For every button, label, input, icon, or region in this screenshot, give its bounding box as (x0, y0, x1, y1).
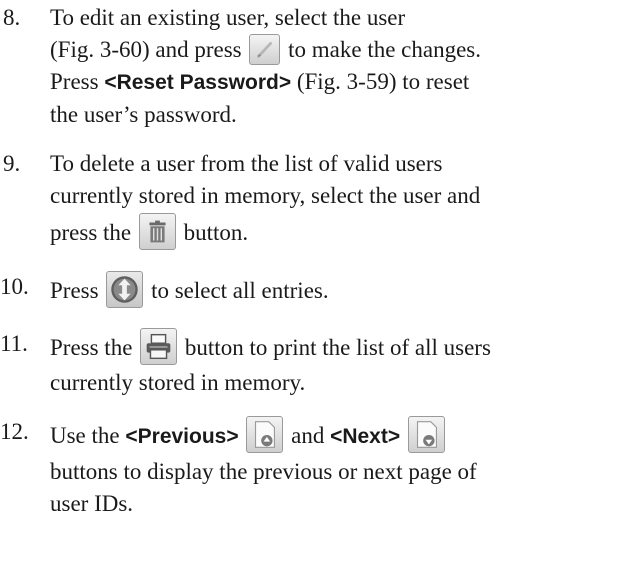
step-text: To edit an existing user, select the use… (50, 5, 406, 30)
next-label: <Next> (330, 425, 401, 448)
step-line: Use the <Previous> and <Next> (50, 416, 637, 456)
step-text: the user’s password. (50, 102, 237, 127)
step-line: press the button. (50, 212, 637, 254)
step-11: 11. Press the button to print the list o… (0, 328, 637, 399)
step-text: Press the (50, 335, 133, 360)
step-line: Press the button to print the list of al… (50, 328, 637, 367)
step-text: Press (50, 278, 99, 303)
step-text: button to print the list of all users (184, 335, 491, 360)
step-number: 9. (3, 151, 21, 176)
step-line: (Fig. 3-60) and press to make the change… (50, 34, 637, 66)
step-line: Press to select all entries. (50, 271, 637, 311)
step-text: (Fig. 3-59) to reset (296, 69, 470, 94)
step-line: currently stored in memory. (50, 367, 637, 399)
step-line: To delete a user from the list of valid … (50, 148, 637, 180)
step-line: buttons to display the previous or next … (50, 456, 637, 488)
trash-icon (138, 213, 176, 250)
previous-label: <Previous> (125, 425, 239, 448)
step-text: Use the (50, 423, 120, 448)
next-page-icon (407, 416, 445, 453)
step-text: to select all entries. (151, 278, 329, 303)
pencil-icon (249, 34, 281, 65)
step-9: 9. To delete a user from the list of val… (0, 148, 637, 254)
reset-password-label: <Reset Password> (104, 71, 292, 94)
step-text: buttons to display the previous or next … (50, 459, 477, 484)
step-line: Press <Reset Password> (Fig. 3-59) to re… (50, 66, 637, 99)
previous-page-icon (246, 416, 284, 453)
step-text: button. (183, 220, 249, 245)
step-10: 10. Press to select all entries. (0, 271, 637, 311)
printer-icon (140, 328, 178, 365)
step-text: To delete a user from the list of valid … (50, 151, 443, 176)
step-text: to make the changes. (288, 37, 482, 62)
step-line: user IDs. (50, 488, 637, 520)
step-text: and (291, 423, 325, 448)
step-line: currently stored in memory, select the u… (50, 180, 637, 212)
step-number: 11. (0, 331, 28, 356)
select-all-icon (106, 271, 144, 308)
step-text: currently stored in memory. (50, 370, 306, 395)
step-text: currently stored in memory, select the u… (50, 183, 481, 208)
step-number: 12. (0, 419, 29, 444)
step-text: (Fig. 3-60) and press (50, 37, 242, 62)
step-text: press the (50, 220, 132, 245)
step-line: To edit an existing user, select the use… (50, 2, 637, 34)
step-text: Press (50, 69, 99, 94)
step-text: user IDs. (50, 491, 134, 516)
step-line: the user’s password. (50, 99, 637, 131)
step-8: 8. To edit an existing user, select the … (0, 2, 637, 131)
step-12: 12. Use the <Previous> and <Next> button… (0, 416, 637, 520)
step-number: 10. (0, 274, 29, 299)
step-number: 8. (3, 5, 21, 30)
instruction-list: 8. To edit an existing user, select the … (0, 0, 637, 520)
